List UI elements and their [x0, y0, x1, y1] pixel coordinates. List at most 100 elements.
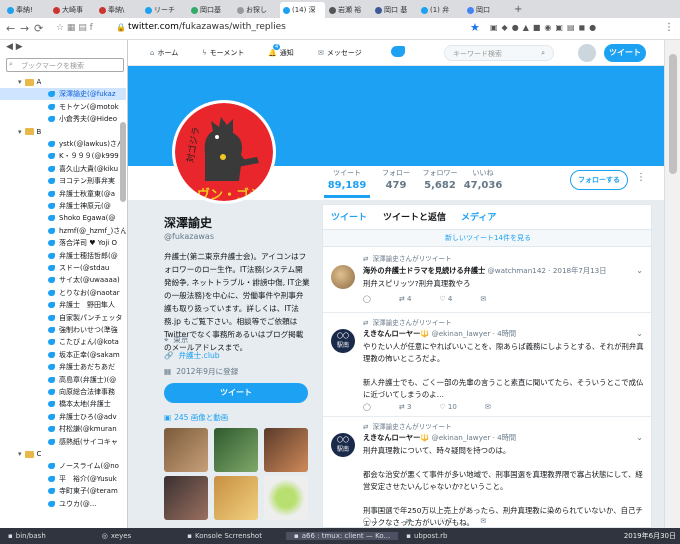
tweet[interactable]: ⇄ 深澤諭史さんがリツイート 海外の弁護士ドラマを見続ける弁護士 @watchma… [323, 247, 651, 313]
bookmark-item[interactable]: 村松謙(@kmuran [0, 423, 126, 435]
url-field[interactable]: twitter.com/fukazawas/with_replies [128, 22, 286, 32]
follow-button[interactable]: フォローする [570, 170, 628, 190]
stat-likes[interactable]: いいね 47,036 [460, 168, 506, 191]
media-thumbnail[interactable] [264, 476, 308, 520]
chevron-down-icon[interactable]: ▾ [18, 128, 22, 136]
browser-tab[interactable]: 岡口 [464, 2, 509, 18]
chevron-down-icon[interactable]: ▾ [18, 78, 22, 86]
forward-icon[interactable]: → [20, 22, 29, 35]
bookmark-folder[interactable]: ▾ C [0, 448, 126, 460]
tab-tweets-and-replies[interactable]: ツイートと返信 [383, 210, 446, 223]
bookmark-item[interactable]: モトケン(@motok [0, 101, 126, 113]
chevron-down-icon[interactable]: ⌄ [636, 433, 643, 442]
bookmark-item[interactable]: 自家製パンチェッタ [0, 312, 126, 324]
tweet-to-button[interactable]: ツイート [164, 383, 308, 403]
taskbar-item-active[interactable]: ▪ a66 : tmux: client — Ko... [285, 532, 399, 540]
media-thumbnail[interactable] [214, 476, 258, 520]
chevron-down-icon[interactable]: ▾ [18, 450, 22, 458]
tweet-avatar[interactable]: 〇〇 駅南 [331, 433, 355, 457]
new-tweets-bar[interactable]: 新しいツイート14件を見る [323, 229, 651, 247]
menu-icon[interactable]: ⋮ [664, 22, 674, 33]
browser-tab[interactable]: 奉納! [4, 2, 49, 18]
bookmark-item[interactable]: 平 裕介(@Yusuk [0, 473, 126, 485]
bookmark-folder[interactable]: ▾ A [0, 76, 126, 88]
stat-following[interactable]: フォロー 479 [376, 168, 416, 191]
bookmark-item[interactable]: Shoko Egawa(@ [0, 212, 126, 224]
bookmark-item[interactable]: 喜久山大貴(@kiku [0, 163, 126, 175]
browser-tab-active[interactable]: (14) 深 [280, 2, 325, 18]
bookmark-item[interactable]: 坂本正幸(@sakam [0, 349, 126, 361]
bookmark-item[interactable]: サイ太(@uwaaaa) [0, 274, 126, 286]
bookmark-item[interactable]: 強制わいせつ(準強 [0, 324, 126, 336]
tweet-avatar[interactable]: 〇〇 駅南 [331, 329, 355, 353]
bookmark-search-input[interactable]: ブックマークを検索 [6, 58, 124, 72]
compose-tweet-button[interactable]: ツイート [604, 44, 646, 62]
extension-icons[interactable]: ▣◆●▲■◉▣▤◼● [490, 23, 600, 32]
message-icon[interactable]: ✉ [485, 403, 491, 411]
browser-tab[interactable]: 岡口 基 [372, 2, 417, 18]
like-button[interactable]: ♡ 10 [439, 403, 456, 411]
nav-notifications[interactable]: 🔔 4 通知 [268, 44, 294, 58]
browser-tab[interactable]: お探し [234, 2, 279, 18]
bookmark-item[interactable]: 寺町東子(@teram [0, 485, 126, 497]
bookmark-item[interactable]: ystk(@lawkus)さん [0, 138, 126, 150]
sidebar-scrollbar[interactable] [120, 122, 126, 202]
media-thumbnail[interactable] [164, 476, 208, 520]
tab-media[interactable]: メディア [461, 210, 496, 223]
browser-tab[interactable]: 奉納\ [96, 2, 141, 18]
bookmark-item[interactable]: 橋本太地(弁護士 [0, 398, 126, 410]
bookmark-item[interactable]: 弁護士 野田隼人 [0, 299, 126, 311]
like-button[interactable]: ♡ 4 [439, 295, 452, 303]
chevron-down-icon[interactable]: ⌄ [636, 329, 643, 338]
tweet[interactable]: ⇄ 深澤諭史さんがリツイート 〇〇 駅南 えきなんローヤー🔱 @ekinan_law… [323, 417, 651, 527]
bookmark-item[interactable]: 弁護士穂括哲郎(@ [0, 250, 126, 262]
bookmark-item[interactable]: 高島章(弁護士)(@ [0, 374, 126, 386]
bookmark-item[interactable]: こたびょん(@kota [0, 336, 126, 348]
retweet-button[interactable]: ⇄ [406, 517, 412, 525]
media-link[interactable]: ▣ 245 画像と動画 [164, 412, 228, 423]
media-thumbnail[interactable] [214, 428, 258, 472]
profile-avatar[interactable]: 対ゴジラ ヴン・ゴシ [172, 100, 276, 204]
back-icon[interactable]: ← [6, 22, 15, 35]
bookmark-item[interactable]: 弁護士ひろ(@adv [0, 411, 126, 423]
bookmark-star-icon[interactable]: ★ [470, 21, 480, 34]
bookmark-folder[interactable]: ▾ B [0, 126, 126, 138]
nav-home[interactable]: ⌂ ホーム [150, 48, 178, 58]
bookmark-item[interactable]: 弁護士秋童東(@a [0, 188, 126, 200]
twitter-bird-icon[interactable] [391, 46, 405, 57]
retweet-button[interactable]: ⇄ 4 [399, 295, 412, 303]
bookmark-item[interactable]: 弁護士あだちあだ [0, 361, 126, 373]
retweet-button[interactable]: ⇄ 3 [399, 403, 412, 411]
tab-tweets[interactable]: ツイート [331, 210, 367, 223]
browser-tab[interactable]: 岩瀬 裕 [326, 2, 371, 18]
bookmark-item[interactable]: K・９９９(@k999 [0, 150, 126, 162]
bookmark-item[interactable]: 深澤諭史(@fukaz [0, 88, 126, 101]
tweet-avatar[interactable] [331, 265, 355, 289]
bookmark-item[interactable]: ヨコテン刑事弁実 [0, 175, 126, 187]
bookmark-item[interactable]: 感熱紙(サイコキャ [0, 436, 126, 448]
taskbar-item[interactable]: ▪ bin/bash [0, 532, 54, 540]
message-icon[interactable]: ✉ [480, 517, 486, 525]
twitter-search-input[interactable]: キーワード検索 ⌕ [444, 45, 554, 61]
taskbar-item[interactable]: ▪ ubpost.rb [398, 532, 455, 540]
new-tab-icon[interactable]: + [514, 4, 522, 15]
bookmark-item[interactable]: 落合洋司 ♥ Yoji O [0, 237, 126, 249]
reply-icon[interactable]: ◯ [363, 295, 371, 303]
taskbar-item[interactable]: ◎ xeyes [94, 532, 139, 540]
bookmark-item[interactable]: スドー(@stdau [0, 262, 126, 274]
page-scrollbar[interactable] [664, 40, 680, 528]
chevron-down-icon[interactable]: ⌄ [636, 266, 643, 275]
tweet[interactable]: ⇄ 深澤諭史さんがリツイート 〇〇 駅南 えきなんローヤー🔱 @ekinan_law… [323, 313, 651, 417]
stat-tweets[interactable]: ツイート 89,189 [324, 168, 370, 198]
like-button[interactable]: ♡ 7 [439, 517, 452, 525]
nav-moments[interactable]: ϟ モーメント [202, 48, 244, 58]
bookmark-item[interactable]: 向原総合法律事務 [0, 386, 126, 398]
bookmark-item[interactable]: hzmf(@_hzmf_)さん [0, 225, 126, 237]
reply-icon[interactable]: ◯ 1 [363, 517, 378, 525]
browser-tab[interactable]: 岡口基 [188, 2, 233, 18]
browser-tab[interactable]: リーチ [142, 2, 187, 18]
browser-tab[interactable]: 大崎事 [50, 2, 95, 18]
media-thumbnail[interactable] [264, 428, 308, 472]
bookmark-item[interactable]: とりなお(@naotar [0, 287, 126, 299]
reload-icon[interactable]: ⟳ [34, 22, 43, 35]
